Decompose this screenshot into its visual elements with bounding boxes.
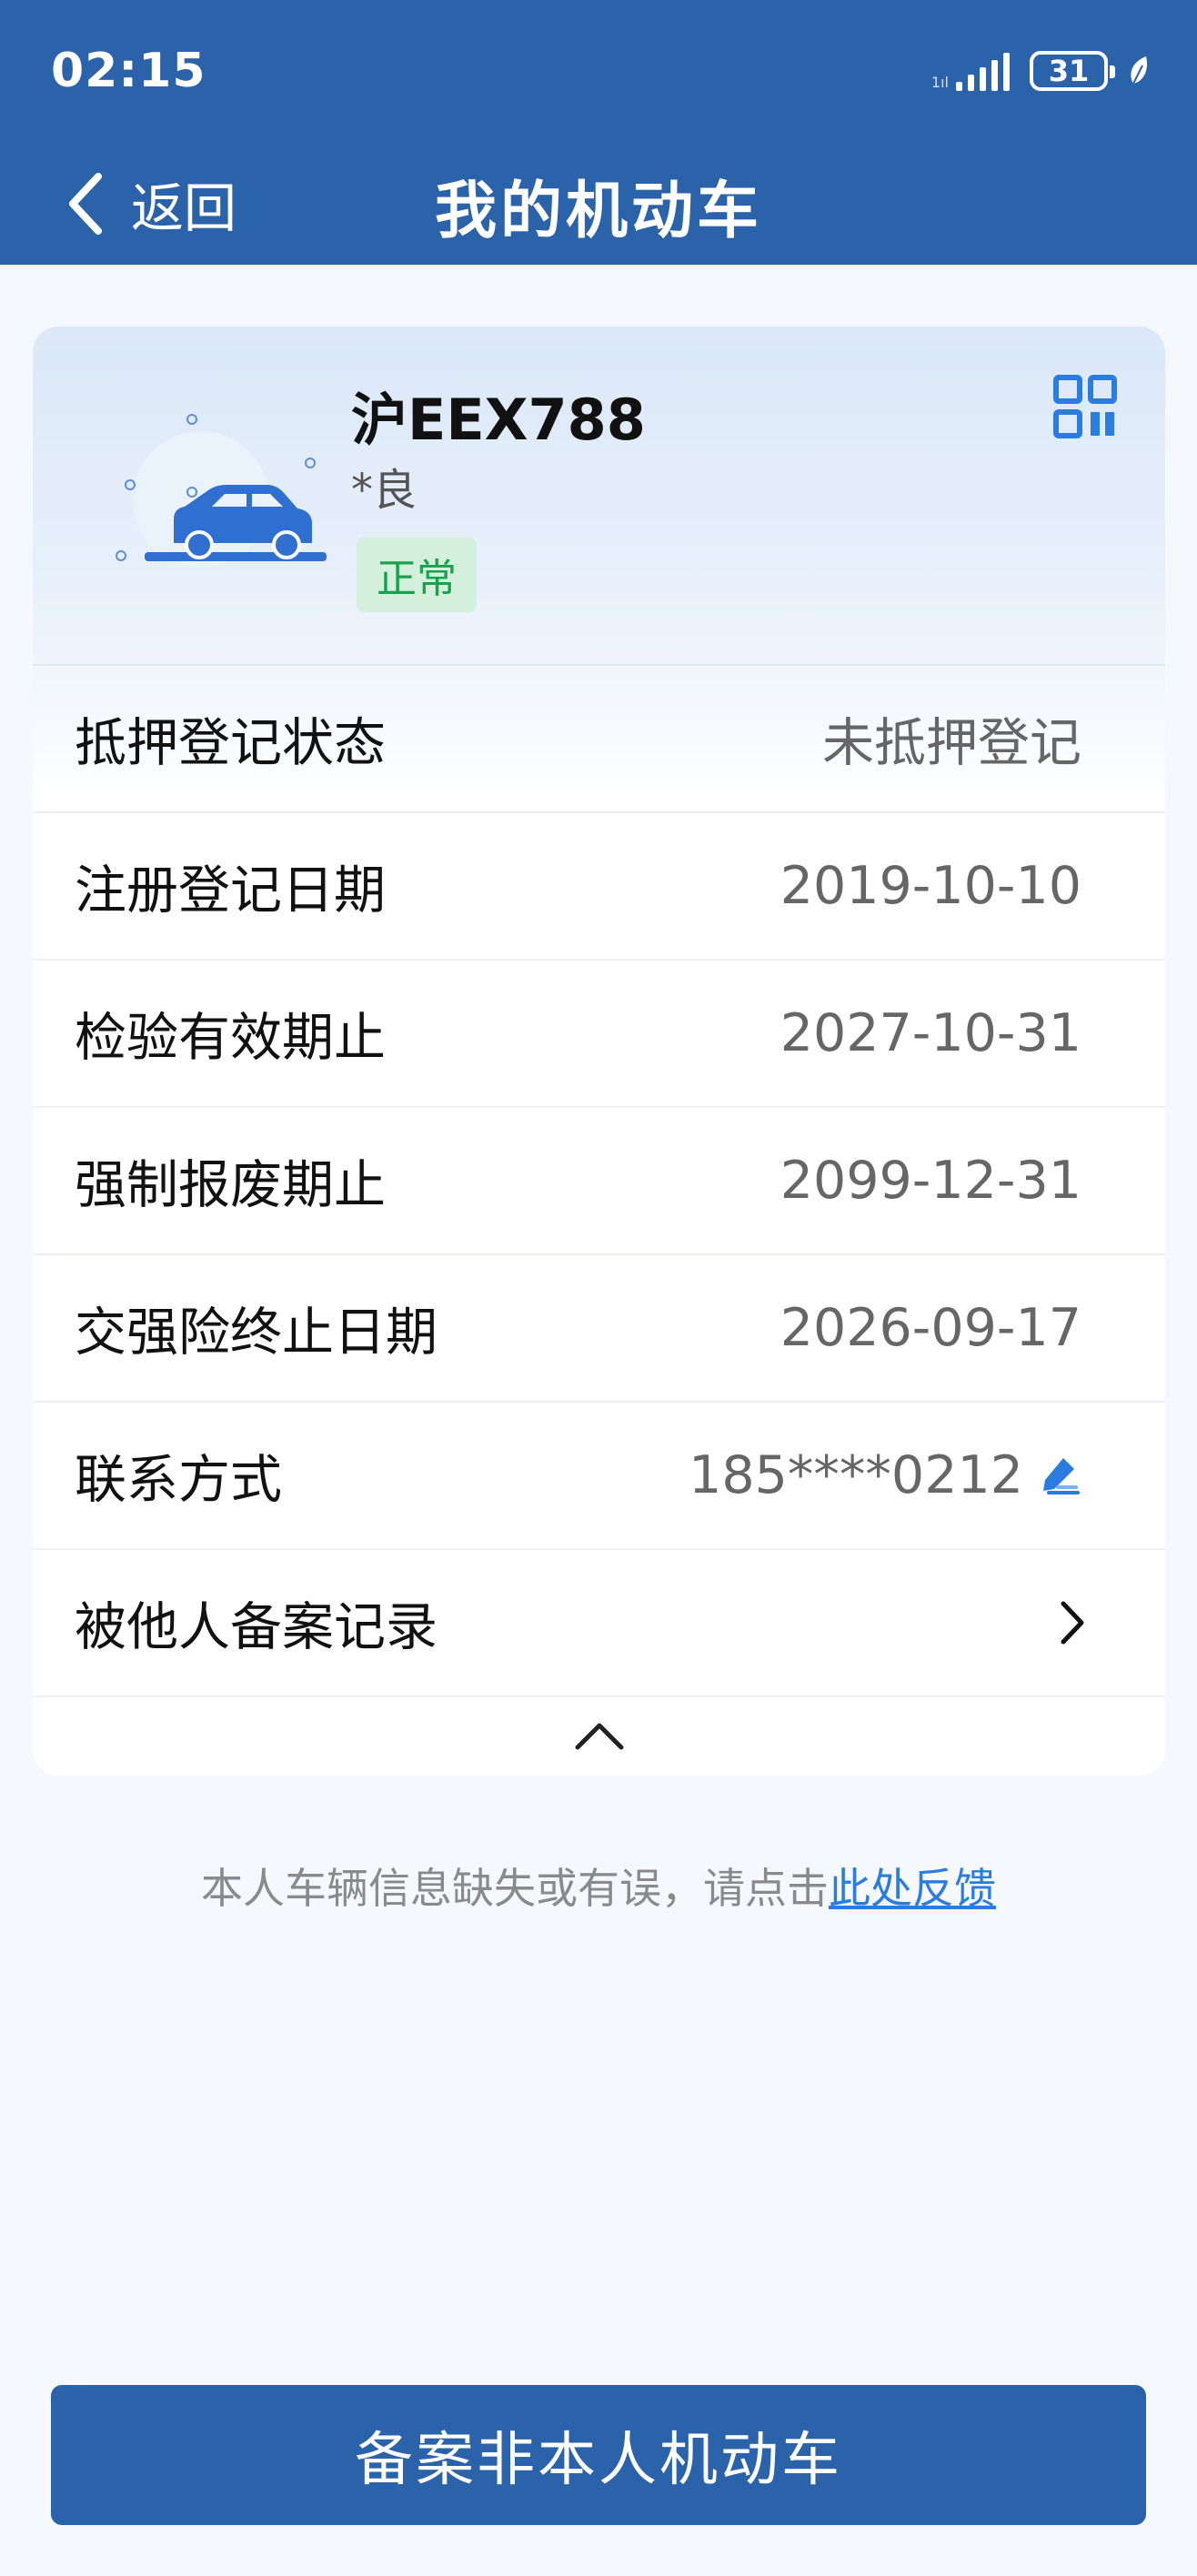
collapse-toggle[interactable] [33, 1698, 1165, 1776]
row-label: 交强险终止日期 [75, 1303, 438, 1363]
row-inspection-expiry: 检验有效期止 2027-10-31 [33, 961, 1165, 1108]
page-title: 我的机动车 [434, 176, 762, 247]
car-icon [116, 414, 327, 568]
row-value [1056, 1598, 1084, 1647]
feedback-prompt: 本人车辆信息缺失或有误，请点击 [201, 1864, 829, 1913]
vehicle-card: 沪EEX788 *良 正常 抵押登记状态 未抵押登记 注册登记日期 2019-1… [33, 327, 1165, 1776]
status-badge: 正常 [357, 538, 477, 612]
signal-icon: 1ıl [931, 51, 1010, 91]
row-scrap-deadline: 强制报废期止 2099-12-31 [33, 1108, 1165, 1255]
nav-bar: 返回 我的机动车 [0, 146, 1197, 265]
row-registration-date: 注册登记日期 2019-10-10 [33, 813, 1165, 961]
battery-level: 31 [1048, 54, 1090, 88]
row-value: 185****0212 [689, 1445, 1081, 1505]
chevron-up-icon [575, 1723, 623, 1750]
row-value: 2027-10-31 [780, 1003, 1081, 1063]
row-insurance-end: 交强险终止日期 2026-09-17 [33, 1255, 1165, 1403]
vehicle-summary: 沪EEX788 *良 正常 [33, 327, 1165, 666]
row-value: 2019-10-10 [780, 856, 1081, 916]
register-other-vehicle-button[interactable]: 备案非本人机动车 [51, 2385, 1146, 2525]
qr-code-icon[interactable] [1052, 374, 1118, 439]
edit-icon[interactable] [1036, 1453, 1081, 1498]
row-label: 被他人备案记录 [75, 1597, 438, 1657]
row-label: 强制报废期止 [75, 1155, 386, 1215]
row-value: 2099-12-31 [780, 1151, 1081, 1211]
feedback-text: 本人车辆信息缺失或有误，请点击此处反馈 [0, 1856, 1197, 1916]
row-mortgage-status: 抵押登记状态 未抵押登记 [33, 666, 1165, 813]
row-label: 注册登记日期 [75, 860, 386, 921]
status-bar: 02:15 1ıl 31 [0, 0, 1197, 146]
row-contact[interactable]: 联系方式 185****0212 [33, 1403, 1165, 1550]
owner-name: *良 [351, 465, 417, 516]
contact-phone: 185****0212 [689, 1445, 1023, 1505]
battery-icon: 31 [1030, 51, 1115, 91]
leaf-icon [1131, 56, 1148, 85]
status-indicators: 1ıl 31 [931, 47, 1152, 95]
row-value: 2026-09-17 [780, 1298, 1081, 1358]
row-label: 抵押登记状态 [75, 713, 386, 773]
app-header: 02:15 1ıl 31 返回 我的机动车 [0, 0, 1197, 265]
feedback-link[interactable]: 此处反馈 [829, 1864, 996, 1913]
row-label: 联系方式 [75, 1450, 282, 1510]
row-value: 未抵押登记 [822, 713, 1081, 773]
row-label: 检验有效期止 [75, 1008, 386, 1068]
chevron-right-icon [1061, 1601, 1084, 1645]
network-type-label: 1ıl [930, 74, 949, 91]
row-filing-records[interactable]: 被他人备案记录 [33, 1550, 1165, 1697]
plate-number: 沪EEX788 [351, 387, 646, 453]
status-time: 02:15 [51, 44, 206, 98]
